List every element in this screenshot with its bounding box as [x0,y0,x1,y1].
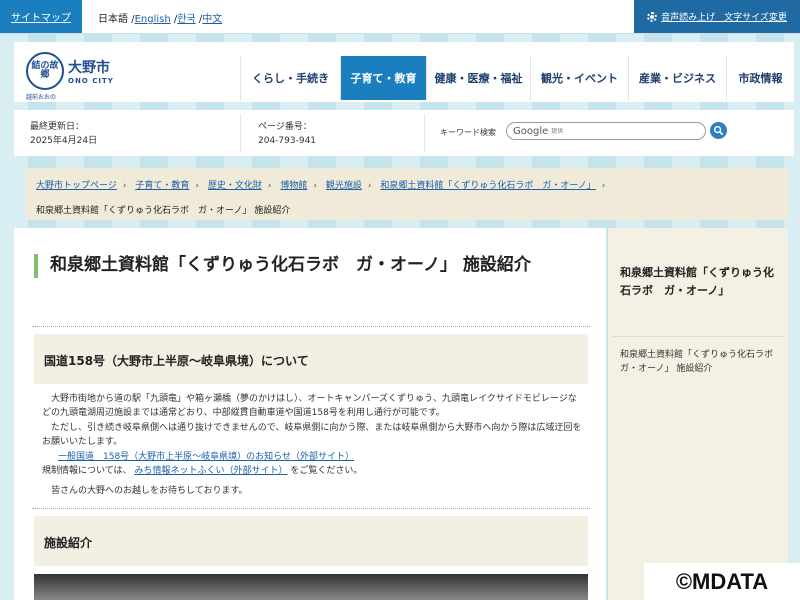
chevron-right-icon: › [367,181,372,191]
lang-current: 日本語 [98,14,128,25]
divider [32,326,590,327]
top-bar: サイトマップ 日本語 /English /한국 /中文 音声読み上げ 文字サイズ… [0,0,800,34]
logo-name: 大野市 [68,60,110,76]
search-input[interactable] [551,127,692,135]
breadcrumb: 大野市トップページ › 子育て・教育 › 歴史・文化財 › 博物館 › 観光施設 › 和泉… [26,168,788,220]
page-title: 和泉郷土資料館「くずりゅう化石ラボ ガ・オーノ」 施設紹介 [34,254,594,278]
side-nav-link[interactable]: 和泉郷土資料館「くずりゅう化石ラボ ガ・オーノ」 施設紹介 [620,348,782,377]
lang-korean-link[interactable]: 한국 [177,14,195,25]
divider [612,336,784,337]
nav-item-business[interactable]: 産業・ビジネス [628,56,726,100]
paragraph: 大野市街地から道の駅「九頭竜」や箱ヶ瀬橋（夢のかけはし）、オートキャンパーズくず… [42,394,577,419]
breadcrumb-link-childcare[interactable]: 子育て・教育 [135,181,189,191]
breadcrumb-link-history[interactable]: 歴史・文化財 [208,181,262,191]
breadcrumb-link-izumi[interactable]: 和泉郷土資料館「くずりゅう化石ラボ ガ・オーノ」 [380,181,595,191]
logo-emblem-icon: 結の故郷 [26,52,64,90]
divider [240,114,241,152]
lang-chinese-link[interactable]: 中文 [202,14,222,25]
facility-photo [34,574,588,600]
last-updated: 最終更新日： 2025年4月24日 [30,122,98,147]
search-icon [713,125,724,136]
section-title-road: 国道158号（大野市上半原～岐阜県境）について [34,334,588,384]
lang-english-link[interactable]: English [135,14,171,25]
section-title-facility: 施設紹介 [34,516,588,566]
breadcrumb-current: 和泉郷土資料館「くずりゅう化石ラボ ガ・オーノ」 施設紹介 [36,206,291,216]
watermark: ©MDATA [644,563,800,600]
gear-icon [647,11,658,22]
main-content: 和泉郷土資料館「くずりゅう化石ラボ ガ・オーノ」 施設紹介 国道158号（大野市… [14,228,606,600]
side-nav: 和泉郷土資料館「くずりゅう化石ラボ ガ・オーノ」 和泉郷土資料館「くずりゅう化石… [608,228,788,600]
language-switcher: 日本語 /English /한국 /中文 [98,14,223,25]
sitemap-link[interactable]: サイトマップ [0,0,82,33]
search-label: キーワード検索 [440,128,496,137]
michi-info-link[interactable]: みち情報ネットふくい（外部サイト） [134,466,287,476]
chevron-right-icon: › [267,181,272,191]
search-button[interactable] [710,122,727,139]
nav-item-health[interactable]: 健康・医療・福祉 [426,56,530,100]
nav-item-city-info[interactable]: 市政情報 [726,56,794,100]
chevron-right-icon: › [313,181,317,191]
paragraph: ただし、引き続き岐阜県側へは通り抜けできませんので、岐阜県側に向かう際、または岐… [42,422,582,448]
logo-sub: 越前おおの [26,94,57,101]
breadcrumb-link-top[interactable]: 大野市トップページ [36,181,117,191]
info-row: 最終更新日： 2025年4月24日 ページ番号： 204-793-941 キーワ… [14,110,794,156]
road-notice-body: 大野市街地から道の駅「九頭竜」や箱ヶ瀬橋（夢のかけはし）、オートキャンパーズくず… [42,392,582,499]
site-logo[interactable]: 結の故郷 大野市 ONO CITY [26,52,114,90]
nav-item-tourism[interactable]: 観光・イベント [530,56,628,100]
site-header: 結の故郷 大野市 ONO CITY 越前おおの くらし・手続き 子育て・教育 健… [14,42,794,102]
chevron-right-icon: › [601,181,606,191]
chevron-right-icon: › [122,181,127,191]
divider [424,114,425,152]
google-logo: Google [513,125,549,137]
main-nav: くらし・手続き 子育て・教育 健康・医療・福祉 観光・イベント 産業・ビジネス … [240,56,794,100]
divider [32,508,590,509]
logo-en: ONO CITY [68,77,114,85]
nav-item-living[interactable]: くらし・手続き [240,56,340,100]
paragraph: 皆さんの大野へのお越しをお待ちしております。 [51,486,248,497]
breadcrumb-link-museum[interactable]: 博物館 [280,181,307,191]
side-title: 和泉郷土資料館「くずりゅう化石ラボ ガ・オーノ」 [620,266,774,297]
voice-font-size-button[interactable]: 音声読み上げ 文字サイズ変更 [634,0,800,33]
voice-label: 音声読み上げ 文字サイズ変更 [661,13,787,23]
breadcrumb-link-tourist[interactable]: 観光施設 [326,181,362,191]
chevron-right-icon: › [195,181,199,191]
search-field[interactable]: Google [506,122,706,140]
page-number: ページ番号： 204-793-941 [258,122,317,147]
nav-item-childcare[interactable]: 子育て・教育 [340,56,426,100]
road-notice-link[interactable]: 一般国道 158号（大野市上半原～岐阜県境）のお知らせ（外部サイト） [58,452,354,462]
